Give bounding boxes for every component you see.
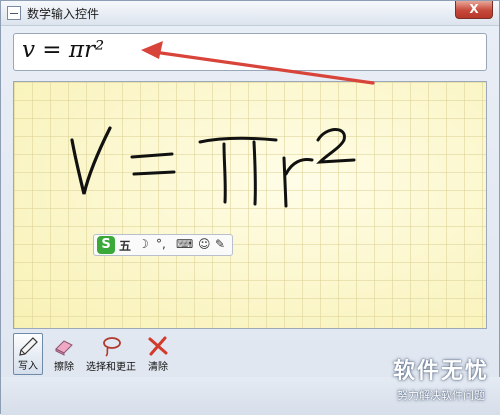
moon-icon[interactable]: ☽ — [138, 237, 149, 251]
ink-equals-bottom — [132, 170, 176, 176]
user-icon[interactable]: ☺ — [198, 237, 211, 251]
math-input-window: 数学输入控件 X v = πr² S 五 ☽ °, ⌨ ☺ ✎ 写入 擦除 选择… — [0, 0, 500, 415]
app-icon — [7, 6, 21, 20]
watermark: 软件无忧 努力解决软件问题 — [393, 353, 489, 403]
handwriting-ink — [70, 126, 356, 208]
pen-icon — [19, 337, 38, 356]
clear-button[interactable]: 清除 — [143, 333, 173, 375]
wrench-icon[interactable]: ✎ — [215, 237, 225, 251]
title-bar: 数学输入控件 X — [1, 1, 499, 26]
punctuation-icon[interactable]: °, — [156, 237, 166, 251]
ink-letter-r — [282, 156, 314, 208]
watermark-sub: 努力解决软件问题 — [396, 389, 485, 402]
writing-area[interactable] — [13, 81, 487, 329]
ink-superscript-2 — [316, 128, 356, 164]
lasso-icon — [103, 337, 121, 357]
ime-toolbar[interactable]: S 五 ☽ °, ⌨ ☺ ✎ — [93, 234, 233, 256]
clear-label: 清除 — [148, 362, 168, 373]
erase-button[interactable]: 擦除 — [49, 333, 79, 375]
watermark-main: 软件无忧 — [392, 359, 489, 384]
ink-equals-top — [130, 152, 174, 159]
ink-letter-v — [70, 126, 112, 195]
write-button[interactable]: 写入 — [13, 333, 43, 375]
keyboard-icon[interactable]: ⌨ — [176, 237, 193, 251]
select-correct-label: 选择和更正 — [86, 362, 136, 373]
ink-pi-bar — [198, 136, 278, 144]
ime-logo-icon: S — [97, 236, 115, 254]
ink-pi-left-leg — [222, 142, 227, 204]
erase-label: 擦除 — [54, 362, 74, 373]
write-label: 写入 — [18, 361, 38, 372]
eraser-icon — [55, 340, 73, 356]
close-button[interactable]: X — [455, 1, 493, 19]
ime-mode[interactable]: 五 — [119, 237, 131, 254]
clear-x-icon — [148, 336, 168, 356]
ink-pi-right-leg — [252, 140, 257, 206]
window-title: 数学输入控件 — [27, 7, 100, 21]
formula-preview: v = πr² — [13, 33, 487, 71]
preview-formula-text: v = πr² — [22, 37, 105, 63]
select-correct-button[interactable]: 选择和更正 — [83, 333, 139, 375]
